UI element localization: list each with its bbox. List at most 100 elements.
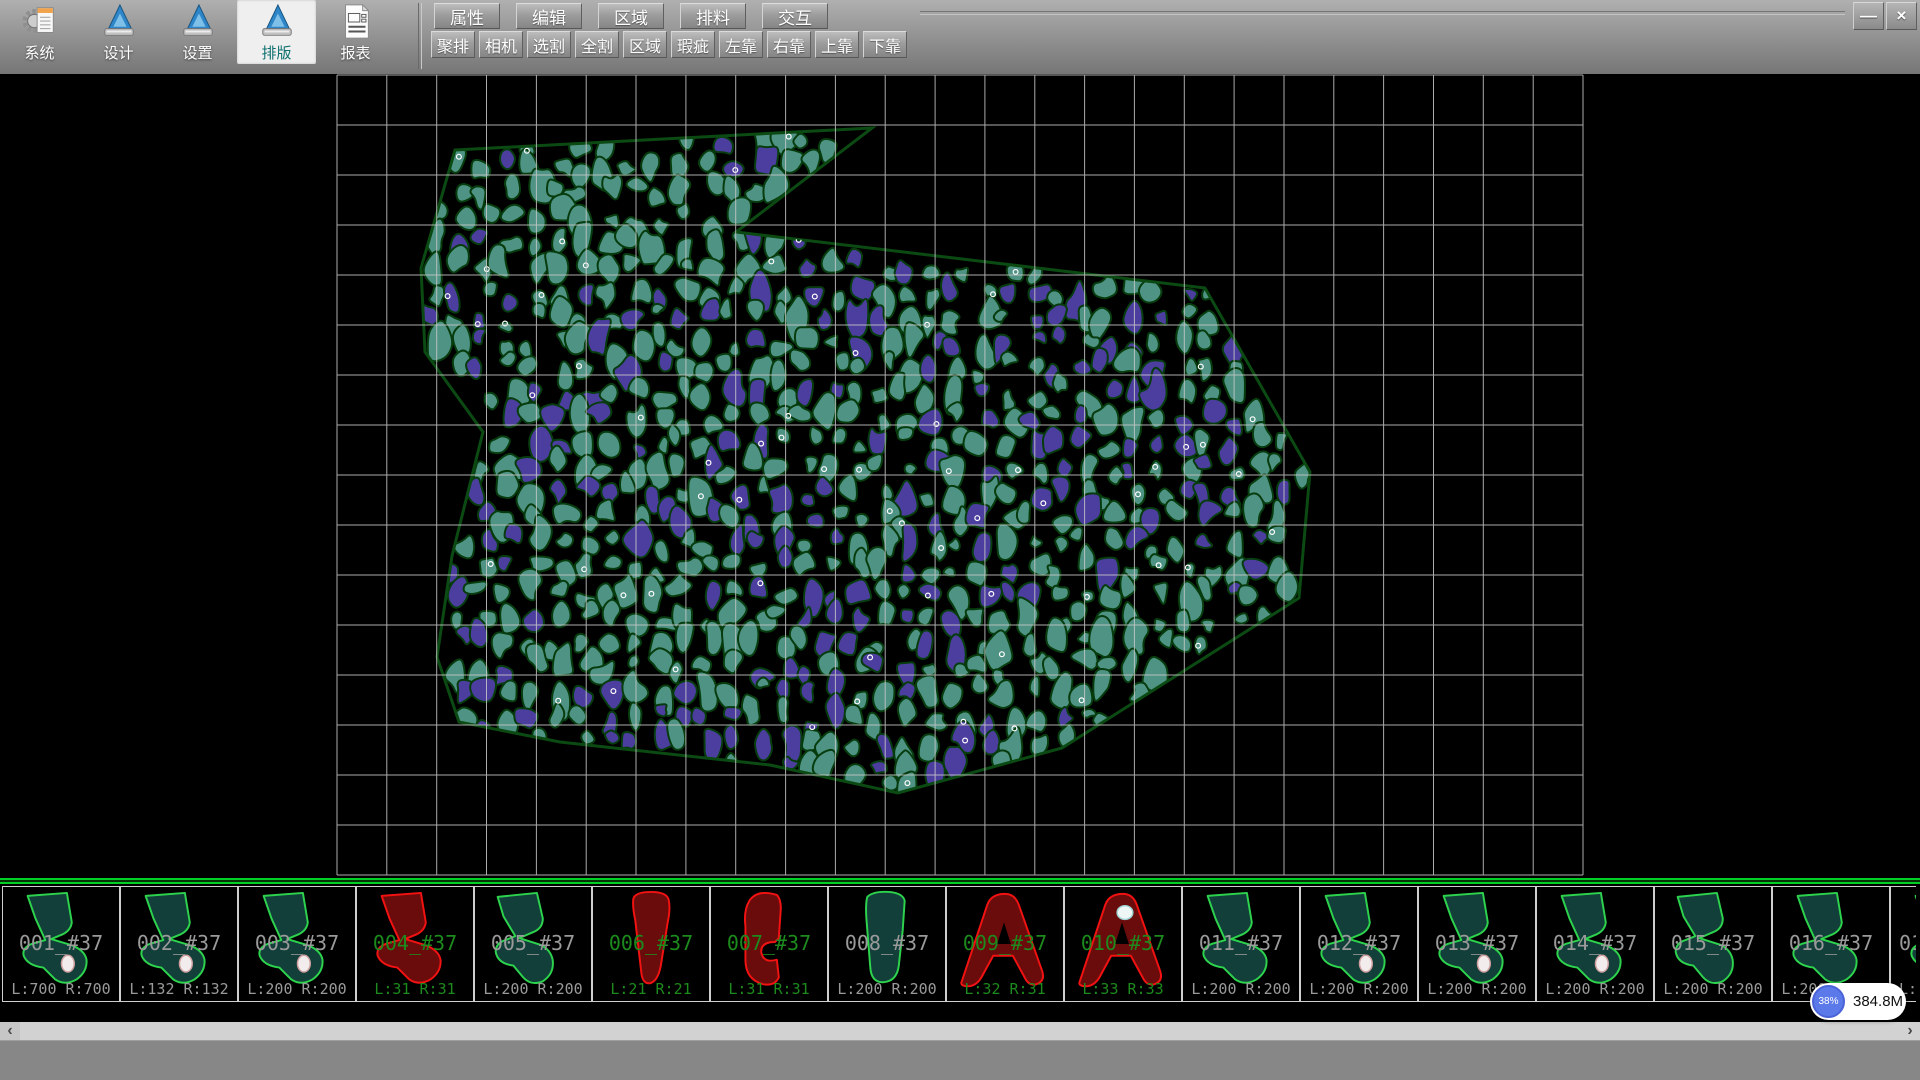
nested-piece bbox=[669, 453, 685, 476]
thumb-cell[interactable]: 014_#37L:200 R:200 bbox=[1536, 886, 1654, 1002]
memory-usage-label: 384.8M bbox=[1853, 993, 1903, 1010]
scroll-left-arrow-icon[interactable]: ‹ bbox=[0, 1022, 20, 1040]
menu-row-1: 属性编辑区域排料交互 bbox=[434, 3, 828, 29]
thumb-lr-label: L:200 R:200 bbox=[829, 980, 945, 998]
thumb-cell[interactable]: 003_#37L:200 R:200 bbox=[238, 886, 356, 1002]
menu-button-interact[interactable]: 交互 bbox=[762, 3, 828, 29]
nested-piece bbox=[922, 664, 935, 676]
thumb-id-label: 015_#37 bbox=[1655, 931, 1771, 955]
tool-button-camera[interactable]: 相机 bbox=[479, 31, 523, 58]
nested-piece bbox=[545, 251, 568, 284]
nesting-canvas-svg[interactable] bbox=[0, 74, 1920, 878]
window-controls: — × bbox=[1853, 2, 1917, 30]
nested-piece bbox=[922, 265, 939, 279]
thumb-cell[interactable]: 015_#37 L:200 R:200 bbox=[1654, 886, 1772, 1002]
thumb-cell[interactable]: 002_#37L:132 R:132 bbox=[120, 886, 238, 1002]
tool-button-cut-all[interactable]: 全割 bbox=[575, 31, 619, 58]
tool-button-area[interactable]: 区域 bbox=[623, 31, 667, 58]
nested-piece bbox=[713, 137, 733, 154]
nested-piece bbox=[898, 427, 914, 440]
nested-piece bbox=[628, 655, 638, 667]
thumb-cell[interactable]: 011_#37L:200 R:200 bbox=[1182, 886, 1300, 1002]
thumb-cell[interactable]: 001_#37L:700 R:700 bbox=[2, 886, 120, 1002]
nested-piece bbox=[746, 329, 765, 347]
tool-button-snap-right[interactable]: 右靠 bbox=[767, 31, 811, 58]
main-canvas[interactable] bbox=[0, 74, 1920, 878]
thumb-id-label: 016_#37 bbox=[1773, 931, 1889, 955]
nested-piece bbox=[722, 554, 741, 569]
nested-piece bbox=[1238, 585, 1258, 605]
nested-piece bbox=[1052, 586, 1069, 601]
nested-piece bbox=[1122, 463, 1134, 479]
thumb-id-label: 009_#37 bbox=[947, 931, 1063, 955]
thumb-id-label: 014_#37 bbox=[1537, 931, 1653, 955]
nested-piece bbox=[1043, 426, 1063, 454]
layout-icon bbox=[258, 2, 296, 46]
tool-button-snap-top[interactable]: 上靠 bbox=[815, 31, 859, 58]
tool-button-snap-bottom[interactable]: 下靠 bbox=[863, 31, 907, 58]
big-button-report[interactable]: 报表 bbox=[316, 0, 395, 64]
nested-piece bbox=[901, 609, 914, 622]
big-button-system[interactable]: 系统 bbox=[0, 0, 79, 64]
nested-piece bbox=[677, 557, 703, 576]
close-button[interactable]: × bbox=[1886, 2, 1917, 30]
nested-piece bbox=[552, 601, 571, 628]
minimize-button[interactable]: — bbox=[1853, 2, 1884, 30]
memory-status-badge: 38% 384.8M bbox=[1810, 983, 1906, 1020]
thumb-lr-label: L:21 R:21 bbox=[593, 980, 709, 998]
nested-piece bbox=[1131, 484, 1145, 505]
nested-piece bbox=[505, 174, 520, 199]
thumb-cell[interactable]: 008_#37L:200 R:200 bbox=[828, 886, 946, 1002]
nested-piece bbox=[716, 354, 732, 372]
thumb-lr-label: L:200 R:200 bbox=[1419, 980, 1535, 998]
menu-button-properties[interactable]: 属性 bbox=[434, 3, 500, 29]
thumb-cell[interactable]: 009_#37L:32 R:31 bbox=[946, 886, 1064, 1002]
thumb-cell[interactable]: 007_#37L:31 R:31 bbox=[710, 886, 828, 1002]
nested-piece bbox=[1046, 565, 1061, 588]
thumb-cell[interactable]: 013_#37 L:200 R:200 bbox=[1418, 886, 1536, 1002]
thumb-id-label: 011_#37 bbox=[1183, 931, 1299, 955]
tool-button-snap-left[interactable]: 左靠 bbox=[719, 31, 763, 58]
thumb-cell[interactable]: 010_#37L:33 R:33 bbox=[1064, 886, 1182, 1002]
thumb-lr-label: L:31 R:31 bbox=[357, 980, 473, 998]
nested-piece bbox=[819, 139, 837, 163]
thumb-lr-label: L:200 R:200 bbox=[1655, 980, 1771, 998]
menu-button-edit[interactable]: 编辑 bbox=[516, 3, 582, 29]
system-icon bbox=[21, 2, 59, 46]
thumb-id-label: 003_#37 bbox=[239, 931, 355, 955]
nested-piece bbox=[836, 352, 850, 370]
report-icon bbox=[337, 2, 375, 46]
tool-button-cluster-nest[interactable]: 聚排 bbox=[431, 31, 475, 58]
big-button-label: 排版 bbox=[261, 46, 291, 61]
big-button-design[interactable]: 设计 bbox=[79, 0, 158, 64]
nested-piece bbox=[729, 343, 739, 356]
thumb-id-label: 017_#37 bbox=[1899, 931, 1916, 955]
menu-button-region[interactable]: 区域 bbox=[598, 3, 664, 29]
tool-button-defect[interactable]: 瑕疵 bbox=[671, 31, 715, 58]
thumb-cell[interactable]: 004_#37L:31 R:31 bbox=[356, 886, 474, 1002]
nested-piece bbox=[920, 493, 934, 507]
scroll-right-arrow-icon[interactable]: › bbox=[1900, 1022, 1920, 1040]
menu-button-nesting[interactable]: 排料 bbox=[680, 3, 746, 29]
thumb-lr-label: L:33 R:33 bbox=[1065, 980, 1181, 998]
thumb-cell[interactable]: 006_#37L:21 R:21 bbox=[592, 886, 710, 1002]
nested-piece bbox=[1031, 315, 1044, 329]
nested-piece bbox=[706, 621, 722, 655]
nested-piece bbox=[1179, 379, 1197, 403]
thumb-id-label: 013_#37 bbox=[1419, 931, 1535, 955]
nested-piece bbox=[653, 322, 666, 346]
big-button-layout[interactable]: 排版 bbox=[237, 0, 316, 64]
horizontal-scrollbar[interactable]: ‹ › bbox=[0, 1022, 1920, 1040]
nested-piece bbox=[898, 584, 910, 598]
nested-piece bbox=[849, 358, 865, 374]
big-button-label: 设置 bbox=[182, 46, 212, 61]
thumb-cell[interactable]: 012_#37L:200 R:200 bbox=[1300, 886, 1418, 1002]
thumb-cell[interactable]: 005_#37L:200 R:200 bbox=[474, 886, 592, 1002]
tool-button-cut-selected[interactable]: 选割 bbox=[527, 31, 571, 58]
nested-piece bbox=[972, 370, 984, 384]
nested-piece bbox=[1185, 358, 1198, 375]
big-button-setup[interactable]: 设置 bbox=[158, 0, 237, 64]
application-window: 系统设计设置排版报表 属性编辑区域排料交互 聚排相机选割全割区域瑕疵左靠右靠上靠… bbox=[0, 0, 1920, 1080]
nested-piece bbox=[470, 678, 496, 702]
nested-piece bbox=[755, 729, 772, 761]
